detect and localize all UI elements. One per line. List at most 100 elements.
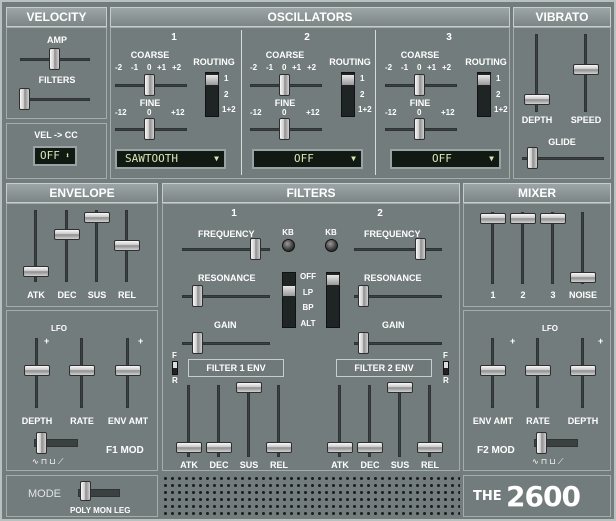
vib-speed-slider[interactable]: [573, 64, 599, 75]
osc2-coarse-tick: -1: [266, 63, 274, 72]
osc3-wave-select[interactable]: OFF ▼: [390, 149, 501, 169]
osc1-wave-value: SAWTOOTH: [125, 152, 178, 165]
f1mod-envamt-label: ENV AMT: [107, 416, 149, 426]
env-rel-slider[interactable]: [114, 240, 140, 251]
mode-selector[interactable]: [80, 481, 91, 501]
f1-resonance-slider[interactable]: [192, 285, 203, 307]
osc1-number: 1: [171, 32, 177, 43]
osc2-wave-value: OFF: [294, 152, 314, 165]
f2mod-rate-label: RATE: [526, 416, 550, 426]
f2-resonance-slider[interactable]: [358, 285, 369, 307]
glide-label: GLIDE: [548, 137, 576, 147]
f1mod-name: F1 MOD: [106, 445, 144, 456]
osc2-coarse-tick: 0: [282, 63, 287, 72]
f1mod-wave-selector[interactable]: [36, 432, 47, 454]
osc1-fine-slider[interactable]: [144, 118, 155, 140]
osc2-coarse-label: COARSE: [265, 50, 305, 60]
env-dec-label: DEC: [57, 290, 77, 300]
f2env-sus-slider[interactable]: [387, 382, 413, 393]
filters-vel-slider[interactable]: [19, 88, 30, 110]
osc1-routing-switch[interactable]: [205, 72, 219, 117]
osc3-fine-slider[interactable]: [414, 118, 425, 140]
f1mod-rate-slider[interactable]: [69, 365, 95, 376]
osc1-coarse-tick: +1: [157, 63, 167, 72]
osc2-coarse-tick: +2: [307, 63, 317, 72]
env-sus-slider[interactable]: [84, 212, 110, 223]
f1mod-depth-slider[interactable]: [24, 365, 50, 376]
f2-fr-r: R: [443, 376, 449, 385]
f2-frequency-slider[interactable]: [415, 238, 426, 260]
osc3-coarse-slider[interactable]: [414, 74, 425, 96]
f1-type-switch[interactable]: [282, 272, 296, 328]
glide-slider[interactable]: [527, 147, 538, 169]
osc2-routing-tick: 1+2: [358, 105, 372, 114]
wave-shapes-icon: ∿ ⊓ ⊔ ⟋: [532, 457, 564, 466]
osc3-fine-tick: -12: [385, 108, 397, 117]
f1env-atk-slider[interactable]: [176, 442, 202, 453]
env-dec-slider[interactable]: [54, 229, 80, 240]
f1-fr-switch[interactable]: [172, 361, 178, 375]
osc2-fine-slider[interactable]: [279, 118, 290, 140]
vibrato-header: VIBRATO: [513, 7, 611, 27]
filter1-env-label: FILTER 1 ENV: [188, 359, 284, 377]
f2env-atk-slider[interactable]: [327, 442, 353, 453]
f1-kb-label: KB: [282, 228, 294, 237]
mix-1-slider[interactable]: [480, 213, 506, 224]
oscillators-header: OSCILLATORS: [110, 7, 510, 27]
f1env-rel-slider[interactable]: [266, 442, 292, 453]
f2mod-depth-plus: +: [598, 336, 604, 346]
f2-fr-f: F: [443, 351, 448, 360]
osc3-coarse-tick: -2: [385, 63, 393, 72]
osc2-coarse-tick: +1: [292, 63, 302, 72]
mixer-header: MIXER: [463, 183, 611, 203]
f2-type-switch[interactable]: [326, 272, 340, 328]
f1mod-envamt-slider[interactable]: [115, 365, 141, 376]
mix-noise-slider[interactable]: [570, 272, 596, 283]
logo-the: THE: [473, 489, 502, 504]
filter-type-bp: BP: [302, 303, 314, 312]
env-atk-slider[interactable]: [23, 266, 49, 277]
osc2-routing-switch[interactable]: [341, 72, 355, 117]
velcc-label: VEL -> CC: [34, 130, 78, 140]
osc1-routing-label: ROUTING: [193, 57, 235, 67]
velcc-select[interactable]: OFF ⬍: [33, 146, 77, 166]
f2env-dec-slider[interactable]: [357, 442, 383, 453]
f2env-rel-slider[interactable]: [417, 442, 443, 453]
filter1-number: 1: [231, 208, 237, 219]
osc-divider-2: [375, 30, 376, 175]
envelope-header: ENVELOPE: [6, 183, 158, 203]
f2mod-depth-slider[interactable]: [570, 365, 596, 376]
mix-noise-label: NOISE: [568, 290, 598, 300]
osc2-wave-select[interactable]: OFF ▼: [252, 149, 363, 169]
osc1-coarse-tick: -1: [131, 63, 139, 72]
f2-kb-led[interactable]: [325, 239, 338, 252]
f1env-sus-slider[interactable]: [236, 382, 262, 393]
osc3-coarse-tick: +2: [442, 63, 452, 72]
f2-fr-switch[interactable]: [443, 361, 449, 375]
f2-gain-slider[interactable]: [358, 332, 369, 354]
f2mod-envamt-slider[interactable]: [480, 365, 506, 376]
f2mod-wave-selector[interactable]: [536, 432, 547, 454]
f2mod-rate-slider[interactable]: [525, 365, 551, 376]
f1-gain-slider[interactable]: [192, 332, 203, 354]
osc1-fine-tick: 0: [147, 108, 152, 117]
osc3-fine-tick: 0: [417, 108, 422, 117]
osc1-wave-select[interactable]: SAWTOOTH ▼: [115, 149, 226, 169]
f1env-sus-track: [247, 385, 250, 457]
osc1-fine-tick: -12: [115, 108, 127, 117]
f2env-rel-label: REL: [421, 460, 439, 470]
amp-slider[interactable]: [49, 48, 60, 70]
f1env-dec-slider[interactable]: [206, 442, 232, 453]
mix-3-slider[interactable]: [540, 213, 566, 224]
osc2-coarse-slider[interactable]: [279, 74, 290, 96]
f1-frequency-slider[interactable]: [250, 238, 261, 260]
velcc-value: OFF: [40, 149, 60, 162]
env-sus-label: SUS: [87, 290, 107, 300]
mix-2-slider[interactable]: [510, 213, 536, 224]
osc1-coarse-slider[interactable]: [144, 74, 155, 96]
vib-depth-slider[interactable]: [524, 94, 550, 105]
f1-kb-led[interactable]: [282, 239, 295, 252]
stepper-icon: ⬍: [65, 151, 70, 160]
f1mod-envamt-plus: +: [138, 336, 144, 346]
osc3-routing-switch[interactable]: [477, 72, 491, 117]
